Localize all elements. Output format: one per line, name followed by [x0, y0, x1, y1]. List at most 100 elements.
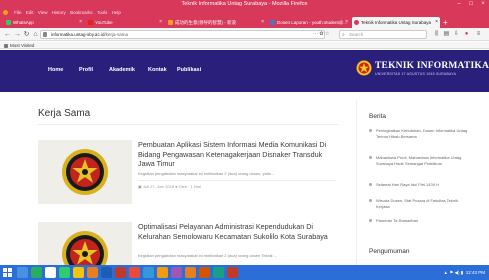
search-input[interactable]: ⌕ Search	[339, 30, 427, 39]
bullet-icon	[369, 183, 372, 186]
reload-icon[interactable]: ↻	[22, 30, 31, 39]
taskbar-app-icon[interactable]	[199, 267, 210, 278]
untag-logo-icon	[356, 60, 372, 76]
url-path: /kerja-sama	[104, 32, 128, 37]
nav-publikasi[interactable]: Publikasi	[177, 67, 201, 73]
menu-history[interactable]: History	[52, 9, 66, 16]
menu-edit[interactable]: Edit	[26, 9, 34, 16]
news-link[interactable]: Peningkatkan Kebutuhan, Dosen Informatik…	[376, 128, 472, 139]
back-icon[interactable]: ←	[3, 30, 12, 39]
bullet-icon	[369, 199, 372, 202]
post-date-author: Juli 27, Juni 2018 ● Oleh : 1 Hari	[142, 184, 202, 189]
taskbar-app-icon[interactable]	[171, 267, 182, 278]
news-link[interactable]: Mahasiswa Prodi, Mahasiswa Informatika U…	[376, 155, 472, 166]
taskbar-app-icon[interactable]	[227, 267, 238, 278]
download-icon[interactable]: ⇩	[452, 30, 461, 39]
brand-title: TEKNIK INFORMATIKA	[375, 61, 489, 71]
tab-close-icon[interactable]: ×	[79, 17, 82, 28]
taskbar-app-icon[interactable]	[87, 267, 98, 278]
post-excerpt: Kegiatan pengabdian masyarakat ini melib…	[138, 253, 278, 258]
close-icon[interactable]: ×	[477, 0, 489, 9]
tab-label: Dosen Laporan - youth.student@...	[277, 20, 348, 25]
new-tab-button[interactable]: +	[443, 17, 448, 28]
tab-teknik-informatika[interactable]: Teknik Informatika Untag Surabaya ×	[352, 17, 440, 28]
taskbar-app-icon[interactable]	[45, 267, 56, 278]
site-icon	[168, 20, 173, 25]
divider	[38, 124, 338, 125]
lock-icon	[43, 32, 47, 37]
bookmarks-bar: Most Visited	[0, 42, 489, 49]
taskbar-app-icon[interactable]	[31, 267, 42, 278]
nav-profil[interactable]: Profil	[79, 67, 93, 73]
page-actions[interactable]: ··· ✿ ☆	[313, 30, 329, 39]
taskbar-app-icon[interactable]	[129, 267, 140, 278]
nav-akademik[interactable]: Akademik	[109, 67, 135, 73]
taskbar-app-icon[interactable]	[157, 267, 168, 278]
windows-start-icon[interactable]	[3, 268, 12, 277]
news-link[interactable]: Pameran Ta Ramadhan	[376, 218, 472, 224]
taskbar-app-icon[interactable]	[143, 267, 154, 278]
news-link[interactable]: Wisuda Dosen, Staf Pusara di Fakultas Te…	[376, 198, 472, 209]
sidebar-title-pengumuman: Pengumuman	[369, 248, 410, 255]
tab-chinese-article[interactable]: 成功的生意(领导的智慧) - 新浪 ×	[166, 17, 266, 28]
post-title-link[interactable]: Optimalisasi Pelayanan Administrasi Kepe…	[138, 222, 336, 241]
address-bar[interactable]: informatika.untag-sby.ac.id/kerja-sama	[40, 30, 325, 39]
tab-dosen-laporan[interactable]: Dosen Laporan - youth.student@... ×	[268, 17, 350, 28]
search-placeholder: Search	[349, 32, 364, 37]
untag-logo-icon	[62, 149, 108, 195]
post-thumbnail[interactable]	[38, 140, 132, 204]
addon-icon[interactable]: ●	[462, 30, 471, 39]
taskbar-app-icon[interactable]	[101, 267, 112, 278]
whatsapp-icon	[6, 20, 11, 25]
site-icon	[354, 20, 359, 25]
sidebar-icon[interactable]: ▤	[442, 30, 451, 39]
taskbar-app-icon[interactable]	[185, 267, 196, 278]
firefox-icon	[3, 10, 8, 15]
taskbar-app-icon[interactable]	[59, 267, 70, 278]
news-link[interactable]: Selamat Hari Raya Idul Fitri 1439 H	[376, 182, 472, 188]
tab-close-icon[interactable]: ×	[159, 17, 162, 28]
site-header: Home Profil Akademik Kontak Publikasi TE…	[0, 50, 489, 92]
tab-whatsapp[interactable]: WhatsApp ×	[4, 17, 84, 28]
taskbar-app-icon[interactable]	[115, 267, 126, 278]
bullet-icon	[369, 129, 372, 132]
forward-icon[interactable]: →	[13, 30, 22, 39]
tab-label: WhatsApp	[13, 20, 34, 25]
window-title: Teknik Informatika Untag Surabaya - Mozi…	[181, 1, 308, 7]
bullet-icon	[369, 219, 372, 222]
menu-tools[interactable]: Tools	[97, 9, 108, 16]
home-icon[interactable]: ⌂	[31, 30, 40, 39]
menu-bookmarks[interactable]: Bookmarks	[70, 9, 93, 16]
nav-kontak[interactable]: Kontak	[148, 67, 167, 73]
nav-home[interactable]: Home	[48, 67, 63, 73]
menu-file[interactable]: File	[14, 9, 21, 16]
window-titlebar: Teknik Informatika Untag Surabaya - Mozi…	[0, 0, 489, 9]
navigation-bar: ← → ↻ ⌂ informatika.untag-sby.ac.id/kerj…	[0, 28, 489, 41]
taskbar-app-icon[interactable]	[73, 267, 84, 278]
maximize-icon[interactable]: □	[465, 0, 477, 9]
menu-view[interactable]: View	[38, 9, 48, 16]
post-meta: ▣ Juli 27, Juni 2018 ● Oleh : 1 Hari	[138, 184, 201, 189]
menu-help[interactable]: Help	[112, 9, 121, 16]
site-brand[interactable]: TEKNIK INFORMATIKA UNIVERSITAS 17 AGUSTU…	[356, 59, 489, 81]
youtube-icon	[88, 20, 93, 25]
post-item: Optimalisasi Pelayanan Administrasi Kepe…	[38, 222, 338, 267]
tab-youtube[interactable]: YouTube ×	[86, 17, 164, 28]
tab-close-icon[interactable]: ×	[261, 17, 264, 28]
tab-bar: WhatsApp × YouTube × 成功的生意(领导的智慧) - 新浪 ×…	[0, 16, 489, 28]
menu-icon[interactable]: ≡	[474, 30, 483, 39]
post-thumbnail[interactable]	[38, 222, 132, 265]
taskbar-app-icon[interactable]	[17, 267, 28, 278]
minimize-icon[interactable]: –	[453, 0, 465, 9]
tray-icons[interactable]: ▲ ⚑ ◀) ▮	[444, 270, 464, 275]
system-tray[interactable]: ▲ ⚑ ◀) ▮ 12:43 PM	[444, 265, 485, 280]
tab-close-icon[interactable]: ×	[435, 17, 438, 28]
tab-close-icon[interactable]: ×	[345, 17, 348, 28]
clock[interactable]: 12:43 PM	[466, 270, 485, 275]
library-icon[interactable]: ⫼	[432, 30, 441, 39]
taskbar-app-icon[interactable]	[213, 267, 224, 278]
divider	[138, 180, 336, 181]
post-title-link[interactable]: Pembuatan Aplikasi Sistem Informasi Medi…	[138, 140, 336, 169]
bullet-icon	[369, 156, 372, 159]
bookmark-most-visited[interactable]: Most Visited	[10, 43, 34, 48]
